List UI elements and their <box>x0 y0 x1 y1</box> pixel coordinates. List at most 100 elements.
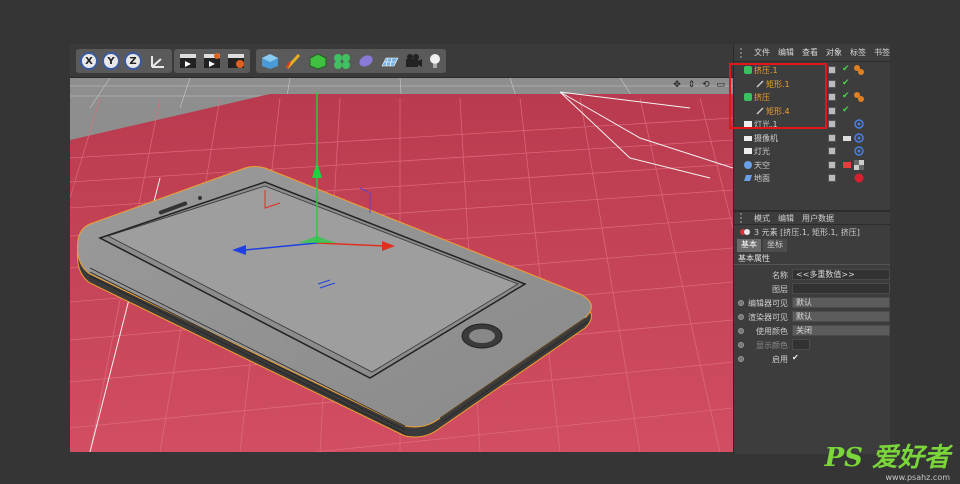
animate-dot[interactable] <box>738 300 744 306</box>
target-tag-icon[interactable] <box>854 119 864 129</box>
coordinate-system-icon <box>151 56 164 68</box>
main-toolbar: X Y Z <box>70 44 733 78</box>
3d-viewport[interactable]: ✥ ⇕ ⟲ ▭ <box>70 78 733 452</box>
render-group <box>174 49 250 73</box>
selection-highlight-box <box>729 63 827 129</box>
object-row-floor[interactable]: 地面 <box>734 172 890 186</box>
object-row-light[interactable]: 灯光 <box>734 145 890 159</box>
attribute-tabs: 基本 坐标 <box>734 239 890 252</box>
render-picture-button[interactable] <box>202 52 222 70</box>
menu-edit[interactable]: 编辑 <box>778 213 794 224</box>
visibility-flag[interactable] <box>828 66 836 74</box>
phong-tag-icon[interactable] <box>854 92 864 102</box>
camera-tag-icon[interactable] <box>842 133 852 143</box>
target-tag-icon[interactable] <box>854 132 864 143</box>
visibility-flag[interactable] <box>828 133 836 142</box>
selection-info-text: 3 元素 [挤压.1, 矩形.1, 挤压] <box>754 227 860 237</box>
coordinate-system-button[interactable] <box>148 52 168 70</box>
objects-menu-bar: 文件 编辑 查看 对象 标签 书签 <box>734 44 890 62</box>
deformer-button[interactable] <box>356 52 376 70</box>
y-axis-lock-button[interactable]: Y <box>102 52 120 70</box>
selection-info: 3 元素 [挤压.1, 矩形.1, 挤压] <box>734 225 890 239</box>
prop-enabled: 启用 ✔ <box>734 352 890 366</box>
prop-display-color: 显示颜色 <box>734 338 890 352</box>
attributes-menu-bar: 模式 编辑 用户数据 <box>734 210 890 225</box>
prop-editor-visible: 编辑器可见 默认 <box>734 296 890 310</box>
floor-button[interactable] <box>380 52 400 70</box>
render-view-icon <box>180 54 196 68</box>
menu-bookmarks[interactable]: 书签 <box>874 47 890 58</box>
name-field[interactable]: <<多重数值>> <box>792 269 890 280</box>
camera-icon <box>744 135 752 141</box>
object-row-camera[interactable]: 摄像机 <box>734 132 890 146</box>
camera-icon <box>406 54 422 67</box>
display-color-swatch[interactable] <box>792 339 810 350</box>
create-group <box>256 49 446 73</box>
watermark-logo: PS 爱好者 <box>824 443 950 473</box>
cube-button[interactable] <box>260 52 280 70</box>
visibility-flag[interactable] <box>828 147 836 155</box>
animate-dot[interactable] <box>738 328 744 334</box>
enabled-check-icon[interactable]: ✔ <box>842 78 850 88</box>
visibility-flag[interactable] <box>828 174 836 182</box>
pen-spline-icon <box>285 53 301 70</box>
object-name: 天空 <box>754 160 770 170</box>
material-ball-icon[interactable] <box>854 173 864 183</box>
deformer-icon <box>359 55 373 67</box>
render-view-button[interactable] <box>178 52 198 70</box>
enabled-checkbox[interactable]: ✔ <box>792 353 799 362</box>
grip-handle[interactable] <box>740 213 746 223</box>
object-name: 灯光 <box>754 147 770 156</box>
prop-label: 显示颜色 <box>756 341 788 350</box>
visibility-flag[interactable] <box>828 120 836 128</box>
animate-dot[interactable] <box>738 356 744 362</box>
menu-file[interactable]: 文件 <box>754 47 770 58</box>
viewport-nav-controls[interactable]: ✥ ⇕ ⟲ ▭ <box>673 80 727 90</box>
prop-use-color: 使用颜色 关闭 <box>734 324 890 338</box>
layer-field[interactable] <box>792 283 890 294</box>
menu-view[interactable]: 查看 <box>802 47 818 58</box>
light-button[interactable] <box>426 52 444 70</box>
tab-basic[interactable]: 基本 <box>737 239 761 252</box>
object-name: 摄像机 <box>754 133 778 143</box>
z-axis-lock-button[interactable]: Z <box>124 52 142 70</box>
menu-mode[interactable]: 模式 <box>754 213 770 224</box>
render-picture-icon <box>204 53 220 68</box>
tab-coordinates[interactable]: 坐标 <box>763 239 787 252</box>
light-bulb-icon <box>430 54 440 68</box>
material-tag-icon[interactable] <box>854 159 864 170</box>
render-visible-select[interactable]: 默认 <box>792 311 890 322</box>
menu-user-data[interactable]: 用户数据 <box>802 213 834 224</box>
animate-dot[interactable] <box>738 342 744 348</box>
subdivision-button[interactable] <box>308 52 328 70</box>
axis-lock-group: X Y Z <box>76 49 172 73</box>
prop-layer: 图层 <box>734 282 890 296</box>
cloner-button[interactable] <box>332 52 352 70</box>
subdivision-icon <box>309 53 327 70</box>
menu-edit[interactable]: 编辑 <box>778 47 794 58</box>
phong-tag-icon[interactable] <box>854 65 864 75</box>
grip-handle[interactable] <box>740 47 746 58</box>
visibility-flag[interactable] <box>828 160 836 169</box>
compositing-tag-icon[interactable] <box>842 160 852 170</box>
camera-button[interactable] <box>404 52 424 70</box>
menu-objects[interactable]: 对象 <box>826 47 842 58</box>
object-row-sky[interactable]: 天空 <box>734 159 890 173</box>
animate-dot[interactable] <box>738 314 744 320</box>
x-axis-lock-button[interactable]: X <box>80 52 98 70</box>
enabled-check-icon[interactable]: ✔ <box>842 105 850 115</box>
target-tag-icon[interactable] <box>854 146 864 156</box>
object-name: 地面 <box>754 174 770 183</box>
pen-spline-button[interactable] <box>284 52 304 70</box>
floor-icon <box>381 57 399 67</box>
enabled-check-icon[interactable]: ✔ <box>842 64 850 74</box>
visibility-flag[interactable] <box>828 93 836 101</box>
enabled-check-icon[interactable]: ✔ <box>842 91 850 101</box>
visibility-flag[interactable] <box>828 79 836 88</box>
use-color-select[interactable]: 关闭 <box>792 325 890 336</box>
visibility-flag[interactable] <box>828 106 836 115</box>
editor-visible-select[interactable]: 默认 <box>792 297 890 308</box>
menu-tags[interactable]: 标签 <box>850 47 866 58</box>
render-settings-button[interactable] <box>226 52 246 70</box>
prop-label: 编辑器可见 <box>748 299 788 308</box>
